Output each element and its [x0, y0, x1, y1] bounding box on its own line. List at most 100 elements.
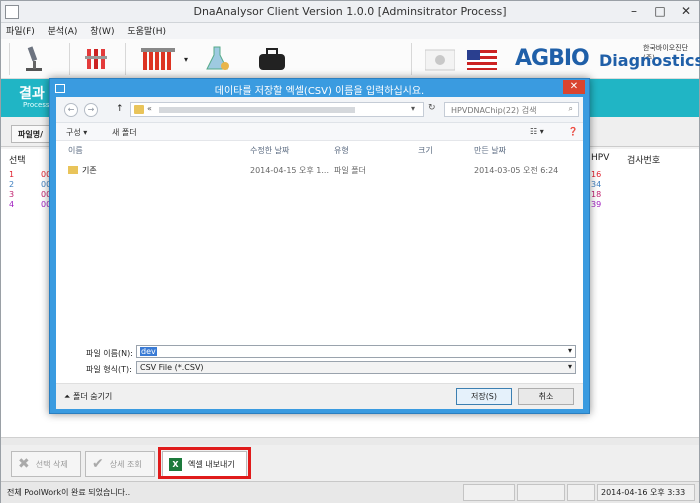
horizontal-scrollbar[interactable]	[1, 437, 699, 445]
row-3-hpv[interactable]: 18	[591, 190, 601, 199]
brand-diagnostics: Diagnostics	[599, 51, 700, 70]
test-tubes-icon[interactable]	[83, 44, 109, 74]
forward-icon[interactable]: →	[84, 103, 98, 117]
list-item[interactable]: 기존 2014-04-15 오후 1... 파일 폴더 2014-03-05 오…	[66, 163, 574, 177]
flask-icon[interactable]	[205, 44, 231, 74]
row-3-no[interactable]: 3	[9, 190, 14, 199]
address-path-blurred	[159, 107, 355, 113]
menu-analysis[interactable]: 분석(A)	[43, 23, 83, 38]
dialog-close-button[interactable]: ✕	[563, 80, 585, 94]
filetype-select[interactable]: CSV File (*.CSV) ▾	[136, 361, 576, 374]
col-select[interactable]: 선택	[9, 153, 26, 166]
usa-flag-icon[interactable]	[467, 44, 497, 74]
toolbar-separator	[69, 43, 70, 75]
hide-folders-label: 폴더 숨기기	[72, 392, 113, 401]
col-created[interactable]: 만든 날짜	[474, 145, 506, 156]
close-button[interactable]: ✕	[673, 1, 699, 21]
dialog-title: 데이타를 저장할 엑셀(CSV) 이름을 입력하십시요.	[214, 86, 425, 97]
status-segment	[567, 484, 595, 501]
status-segment	[517, 484, 565, 501]
window-title: DnaAnalysor Client Version 1.0.0 [Admins…	[193, 5, 507, 18]
medical-bag-icon[interactable]	[257, 44, 287, 74]
menu-file[interactable]: 파일(F)	[1, 23, 40, 38]
filetype-label: 파일 형식(T):	[86, 365, 132, 374]
ribbon-title: 결과	[19, 86, 45, 102]
address-prefix: «	[147, 104, 152, 113]
col-hpv[interactable]: HPV	[591, 153, 609, 163]
command-bar: 구성 ▾ 새 폴더 ☷ ▾ ❓	[56, 123, 583, 141]
hide-folders-toggle[interactable]: ⏶ 폴더 숨기기	[64, 391, 112, 402]
detail-view-button[interactable]: ✔ 상세 조회	[85, 451, 155, 477]
chevron-down-icon[interactable]: ▾	[184, 55, 188, 64]
cancel-button[interactable]: 취소	[518, 388, 574, 405]
detail-view-label: 상세 조회	[109, 459, 142, 469]
col-name[interactable]: 이름	[68, 145, 83, 156]
chevron-down-icon[interactable]: ▾	[568, 362, 572, 371]
microscope-icon[interactable]	[21, 44, 47, 74]
dialog-body: ← → ↑ « ▾ ↻ HPVDNAChip(22) 검색 ⌕ 구성 ▾ 새 폴…	[56, 97, 583, 409]
save-button[interactable]: 저장(S)	[456, 388, 512, 405]
dropdown-arrow-icon[interactable]: ▾	[411, 104, 415, 113]
row-4-no[interactable]: 4	[9, 200, 14, 209]
x-icon: ✖	[18, 456, 30, 472]
file-type: 파일 폴더	[334, 166, 366, 175]
minimize-button[interactable]: –	[621, 1, 647, 21]
up-icon[interactable]: ↑	[116, 104, 124, 114]
search-icon: ⌕	[568, 104, 573, 113]
title-bar: DnaAnalysor Client Version 1.0.0 [Admins…	[1, 1, 699, 23]
main-window: DnaAnalysor Client Version 1.0.0 [Admins…	[0, 0, 700, 503]
check-icon: ✔	[92, 456, 104, 472]
filename-tab[interactable]: 파일명/	[11, 125, 51, 143]
row-1-hpv[interactable]: 16	[591, 170, 601, 179]
search-placeholder: HPVDNAChip(22) 검색	[451, 106, 537, 115]
delete-selected-button[interactable]: ✖ 선택 삭제	[11, 451, 81, 477]
row-2-hpv[interactable]: 34	[591, 180, 601, 189]
brand-agbio: AGBIO	[515, 46, 590, 71]
back-icon[interactable]: ←	[64, 103, 78, 117]
address-bar: ← → ↑ « ▾ ↻ HPVDNAChip(22) 검색 ⌕	[56, 97, 583, 123]
status-message: 전체 PoolWork이 완료 되었습니다..	[7, 488, 131, 497]
row-1-no[interactable]: 1	[9, 170, 14, 179]
row-4-hpv[interactable]: 39	[591, 200, 601, 209]
col-test-no[interactable]: 검사번호	[627, 153, 660, 166]
search-input[interactable]: HPVDNAChip(22) 검색 ⌕	[444, 102, 579, 117]
col-modified[interactable]: 수정한 날짜	[250, 145, 289, 156]
refresh-icon[interactable]: ↻	[428, 103, 436, 113]
folder-icon	[68, 166, 78, 174]
row-2-no[interactable]: 2	[9, 180, 14, 189]
menu-window[interactable]: 창(W)	[85, 23, 119, 38]
filename-value: dev	[140, 347, 157, 356]
brand-logo: AGBIO 한국바이오진단(주) Diagnostics	[515, 42, 700, 76]
filename-label: 파일 이름(N):	[86, 349, 133, 358]
dialog-footer: ⏶ 폴더 숨기기 저장(S) 취소	[56, 383, 583, 409]
delete-selected-label: 선택 삭제	[35, 459, 68, 469]
sample-rack-icon[interactable]	[141, 44, 181, 74]
status-bar: 전체 PoolWork이 완료 되었습니다.. 2014-04-16 오후 3:…	[1, 481, 699, 503]
folder-icon	[134, 105, 144, 114]
maximize-button[interactable]: □	[647, 1, 673, 21]
menu-help[interactable]: 도움말(H)	[122, 23, 171, 38]
chevron-down-icon[interactable]: ▾	[568, 346, 572, 355]
filetype-value: CSV File (*.CSV)	[140, 363, 204, 372]
address-box[interactable]: « ▾	[130, 102, 424, 117]
filename-field[interactable]: dev ▾	[136, 345, 576, 358]
col-type[interactable]: 유형	[334, 145, 349, 156]
status-segment	[463, 484, 515, 501]
action-bar: ✖ 선택 삭제 ✔ 상세 조회 X 엑셀 내보내기	[1, 445, 699, 481]
col-size[interactable]: 크기	[418, 145, 433, 156]
save-dialog: 데이타를 저장할 엑셀(CSV) 이름을 입력하십시요. ✕ ← → ↑ « ▾…	[49, 78, 590, 414]
menu-bar: 파일(F) 분석(A) 창(W) 도움말(H)	[1, 23, 699, 39]
toolbar-separator	[125, 43, 126, 75]
toolbar-separator	[411, 43, 412, 75]
new-folder-button[interactable]: 새 폴더	[112, 127, 137, 138]
ribbon-subtitle: Process	[23, 101, 50, 109]
file-created: 2014-03-05 오전 6:24	[474, 166, 559, 175]
highlight-box	[158, 447, 251, 479]
korea-flag-icon[interactable]	[425, 44, 455, 74]
toolbar-grip	[9, 43, 10, 75]
file-modified: 2014-04-15 오후 1...	[250, 166, 330, 175]
view-options-icon[interactable]: ☷ ▾	[530, 127, 544, 136]
help-icon[interactable]: ❓	[568, 127, 578, 136]
organize-button[interactable]: 구성 ▾	[66, 127, 87, 138]
status-datetime: 2014-04-16 오후 3:33	[601, 488, 686, 497]
